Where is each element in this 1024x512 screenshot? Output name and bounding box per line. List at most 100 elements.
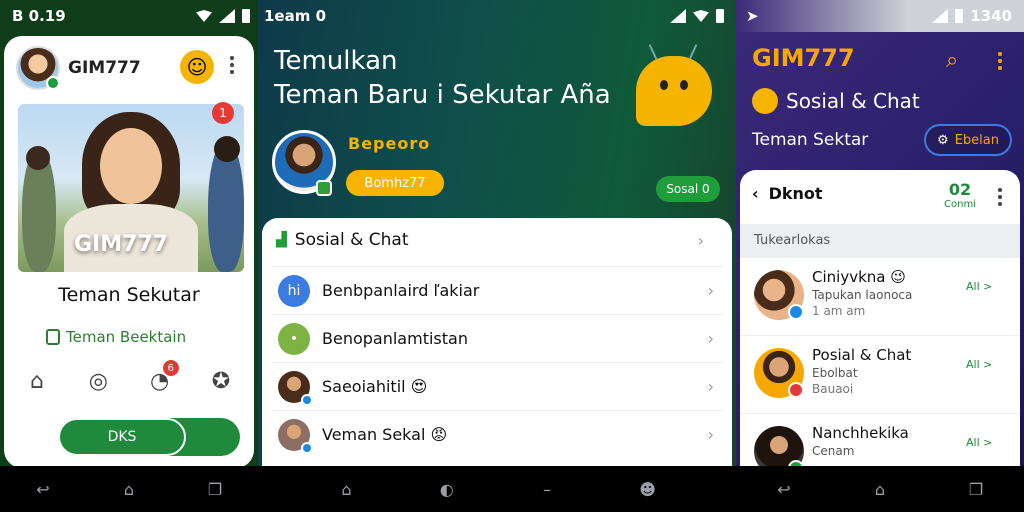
chevron-right-icon: › bbox=[707, 281, 714, 300]
settings-icon[interactable]: ✪ bbox=[206, 366, 236, 396]
contact-detail: Tapukan laonoca bbox=[812, 288, 913, 302]
search-icon[interactable]: ⌕ bbox=[946, 48, 958, 73]
card-header: ‹ Dknot bbox=[752, 184, 823, 203]
list-item-label: Benbpanlaird ľakiar bbox=[322, 281, 480, 300]
list-item-label: Benopanlamtistan bbox=[322, 329, 468, 348]
wifi-icon bbox=[693, 10, 709, 22]
home-nav-icon[interactable]: ⌂ bbox=[334, 477, 358, 501]
list-item[interactable]: hi Benbpanlaird ľakiar › bbox=[272, 266, 724, 314]
home-nav-icon[interactable]: ⌂ bbox=[117, 477, 141, 501]
green-pill-button[interactable]: Sosal 0 bbox=[656, 176, 720, 202]
bottom-icon-row: ⌂ ◎ ◔ 6 ✪ bbox=[22, 360, 236, 396]
more-menu-icon[interactable] bbox=[998, 188, 1002, 206]
count-label: Conmi bbox=[944, 199, 976, 210]
user-icon: • bbox=[278, 322, 310, 355]
system-nav-bar: ⌂ ◐ – ☻ bbox=[258, 466, 736, 512]
profile-photo[interactable]: GIM777 bbox=[18, 104, 244, 272]
row-action[interactable]: All > bbox=[966, 436, 992, 449]
back-icon[interactable]: ‹ bbox=[752, 184, 759, 203]
status-time: B 0.19 bbox=[12, 7, 66, 25]
contact-name: Posial & Chat bbox=[812, 346, 912, 364]
list-item-label: Veman Sekal 😡 bbox=[322, 425, 448, 444]
square-icon bbox=[46, 329, 60, 345]
home-nav-icon[interactable]: ⌂ bbox=[868, 477, 892, 501]
notification-badge: 6 bbox=[162, 360, 179, 376]
contact-meta: Bauaoi bbox=[812, 382, 854, 396]
avatar bbox=[278, 418, 313, 454]
status-bar: ➤ 1340 bbox=[736, 0, 1024, 32]
circle-nav-icon[interactable]: ◐ bbox=[435, 477, 459, 501]
chat-icon[interactable]: ◔ 6 bbox=[145, 360, 179, 396]
contact-name: Ciniyvkna 😉 bbox=[812, 268, 906, 286]
list-item[interactable]: Veman Sekal 😡 › bbox=[272, 410, 724, 458]
brand-logo: Bepeoro bbox=[348, 134, 431, 153]
chevron-right-icon: › bbox=[697, 230, 704, 250]
tag-label: Ebelan bbox=[954, 132, 999, 148]
list-item-label: Saeoiahitil 😍 bbox=[322, 377, 428, 396]
toggle-button[interactable]: DKS bbox=[58, 418, 240, 456]
chart-icon: ▟ bbox=[276, 232, 287, 248]
row-action[interactable]: All > bbox=[966, 280, 992, 293]
list-item[interactable]: Posial & Chat Ebolbat Bauaoi All > bbox=[740, 336, 1020, 414]
list-item[interactable]: • Benopanlamtistan › bbox=[272, 314, 724, 362]
signal-icon bbox=[932, 9, 949, 23]
count-badge: 02 Conmi bbox=[944, 180, 976, 210]
status-time: 1340 bbox=[970, 7, 1012, 25]
more-menu-icon[interactable] bbox=[998, 52, 1002, 70]
verified-badge bbox=[316, 180, 332, 196]
gear-icon: ⚙ bbox=[937, 132, 949, 148]
home-icon[interactable]: ⌂ bbox=[22, 366, 52, 396]
online-badge bbox=[46, 76, 60, 90]
status-badge bbox=[788, 304, 804, 320]
contact-name: Nanchhekika bbox=[812, 424, 909, 442]
system-nav-bar: ↩ ⌂ ❐ bbox=[0, 466, 258, 512]
contact-detail: Ebolbat bbox=[812, 366, 858, 380]
back-icon[interactable]: ↩ bbox=[31, 477, 55, 501]
list-item[interactable]: Ciniyvkna 😉 Tapukan laonoca 1 am am All … bbox=[740, 258, 1020, 336]
status-time: 1eam 0 bbox=[264, 7, 327, 25]
contacts-card: ‹ Dknot 02 Conmi Tukearlokas Ciniyvkna 😉… bbox=[740, 170, 1020, 470]
system-nav-bar: ↩ ⌂ ❐ bbox=[736, 466, 1024, 512]
yellow-pill-button[interactable]: Bomhz77 bbox=[346, 170, 444, 196]
profile-card: GIM777 ☺ GIM777 1 Teman Sekutar Teman Be… bbox=[4, 36, 254, 468]
contact-meta: 1 am am bbox=[812, 304, 866, 318]
signal-icon bbox=[670, 9, 686, 23]
back-icon[interactable]: ↩ bbox=[772, 477, 796, 501]
toggle-button-label[interactable]: DKS bbox=[58, 418, 186, 456]
battery-icon bbox=[716, 9, 724, 23]
location-icon: ➤ bbox=[746, 7, 759, 25]
app-title: GIM777 bbox=[68, 58, 141, 78]
list-header-label: Sosial & Chat bbox=[294, 230, 409, 250]
section-title: Sosial & Chat bbox=[752, 88, 920, 114]
status-badge bbox=[788, 382, 804, 398]
chat-mascot-icon bbox=[636, 44, 712, 126]
recents-icon[interactable]: ❐ bbox=[964, 477, 988, 501]
more-menu-icon[interactable] bbox=[230, 56, 234, 74]
compass-icon[interactable]: ◎ bbox=[83, 366, 113, 396]
chevron-right-icon: › bbox=[707, 329, 714, 348]
count-number: 02 bbox=[948, 180, 972, 199]
app-title: GIM777 bbox=[752, 44, 855, 72]
right-phone-screen: ➤ 1340 GIM777 ⌕ Sosial & Chat Teman Sekt… bbox=[736, 0, 1024, 512]
row-action[interactable]: All > bbox=[966, 358, 992, 371]
recents-icon[interactable]: ❐ bbox=[203, 477, 227, 501]
battery-icon bbox=[242, 9, 250, 23]
list-item[interactable]: Nanchhekika Cenam All > bbox=[740, 414, 1020, 470]
card-title: Dknot bbox=[768, 184, 823, 203]
dash-nav-icon[interactable]: – bbox=[535, 477, 559, 501]
menu-list: ▟ Sosial & Chat › hi Benbpanlaird ľakiar… bbox=[262, 218, 732, 470]
subtitle-link[interactable]: Teman Beektain bbox=[46, 328, 186, 346]
tag-button[interactable]: ⚙ Ebelan bbox=[924, 124, 1012, 156]
status-bar: B 0.19 bbox=[12, 0, 258, 32]
headline-line1: Temulkan bbox=[274, 46, 398, 76]
smiley-icon[interactable]: ☺ bbox=[180, 50, 214, 84]
wifi-icon bbox=[196, 10, 212, 22]
chevron-right-icon: › bbox=[707, 425, 714, 444]
list-header[interactable]: ▟ Sosial & Chat › bbox=[276, 230, 722, 250]
section-subtitle: Teman Sektar bbox=[752, 130, 869, 150]
avatar bbox=[278, 370, 313, 406]
chart-icon: hi bbox=[278, 274, 310, 307]
smiley-nav-icon[interactable]: ☻ bbox=[636, 477, 660, 501]
list-item[interactable]: Saeoiahitil 😍 › bbox=[272, 362, 724, 410]
page-heading: Teman Sekutar bbox=[58, 284, 200, 306]
